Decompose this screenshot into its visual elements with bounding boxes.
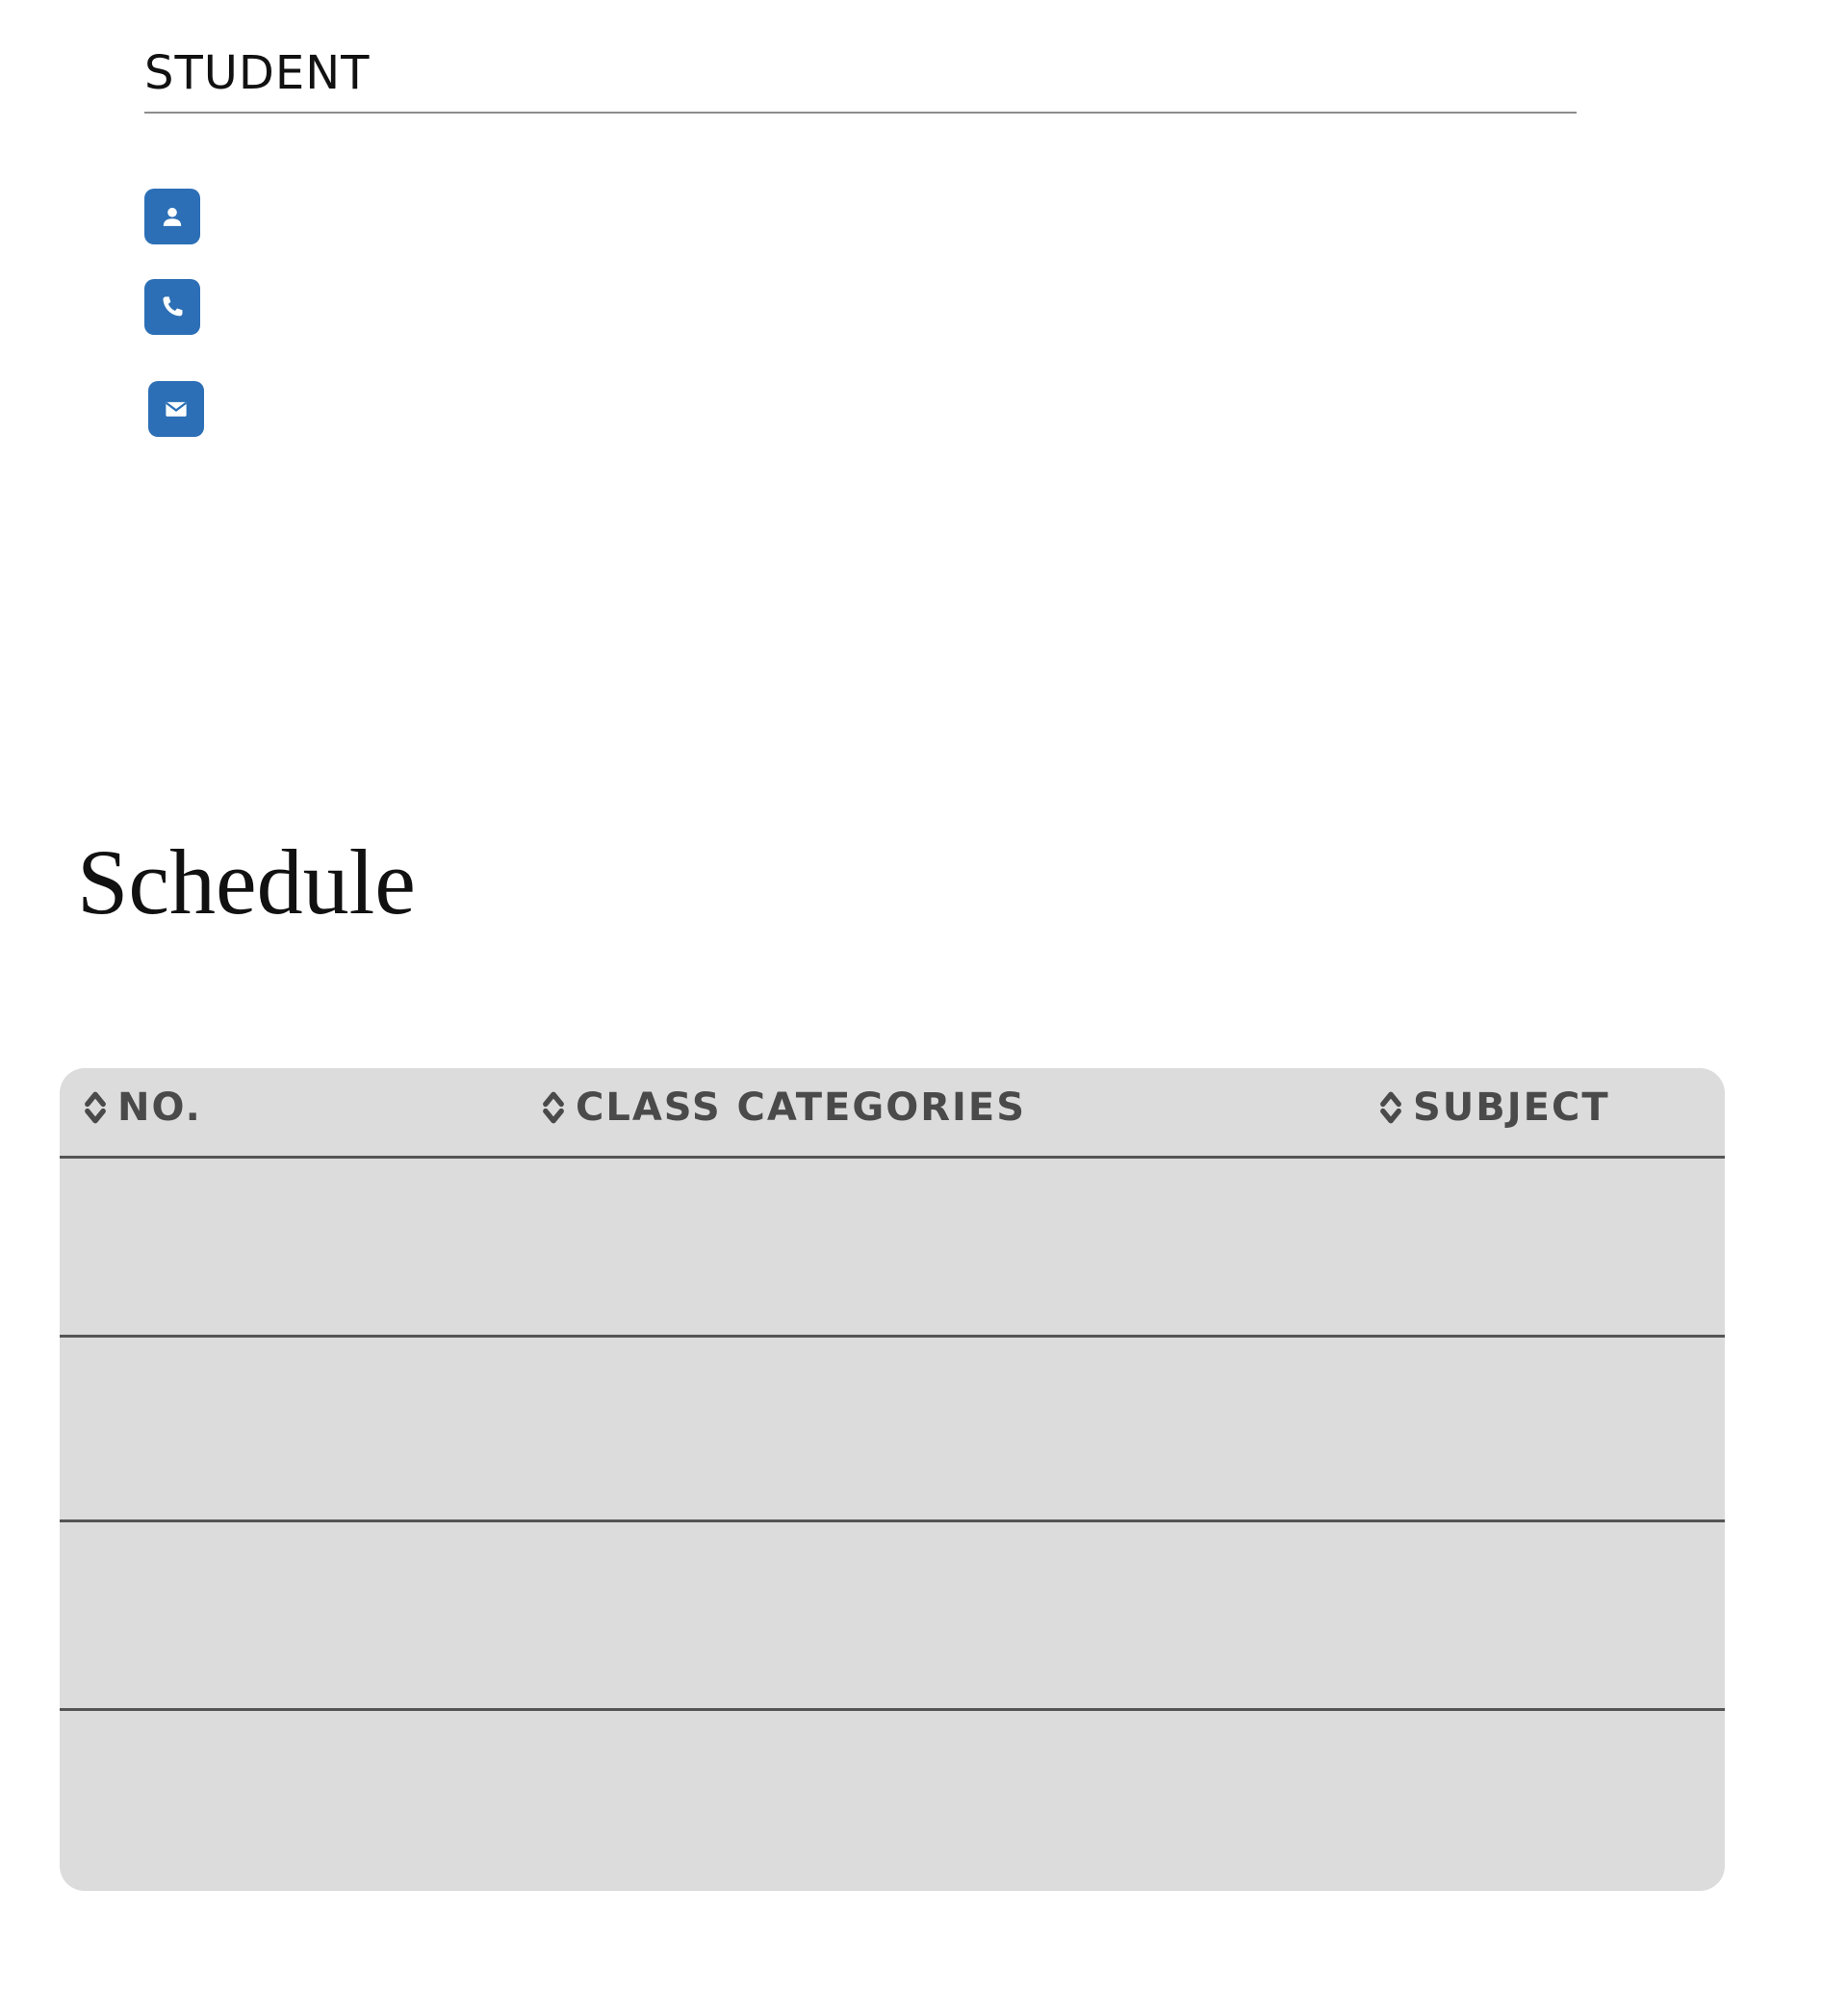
mail-icon — [148, 381, 204, 437]
table-header: NO. CLASS CATEGORIES SUBJECT — [60, 1068, 1725, 1159]
cell-subject — [1378, 1522, 1706, 1708]
cell-no — [83, 1522, 506, 1708]
cell-subject — [1378, 1159, 1706, 1335]
column-header-no[interactable]: NO. — [83, 1085, 202, 1130]
cell-class-category — [541, 1338, 1340, 1519]
column-header-no-label: NO. — [117, 1085, 202, 1130]
person-card-icon — [144, 189, 200, 244]
schedule-title: Schedule — [77, 830, 416, 933]
student-heading: STUDENT — [144, 46, 371, 100]
student-section: STUDENT — [144, 46, 1577, 114]
table-row[interactable] — [60, 1522, 1725, 1711]
column-header-class-categories[interactable]: CLASS CATEGORIES — [541, 1085, 1026, 1130]
table-row[interactable] — [60, 1159, 1725, 1338]
schedule-table: NO. CLASS CATEGORIES SUBJECT — [60, 1068, 1725, 1891]
contact-row-email[interactable] — [148, 381, 227, 437]
student-divider — [144, 112, 1577, 114]
cell-class-category — [541, 1711, 1340, 1891]
column-header-class-categories-label: CLASS CATEGORIES — [576, 1085, 1027, 1130]
cell-subject — [1378, 1338, 1706, 1519]
contact-row-phone[interactable] — [144, 279, 223, 335]
column-header-subject[interactable]: SUBJECT — [1378, 1085, 1610, 1130]
sort-icon — [1380, 1091, 1401, 1124]
cell-no — [83, 1338, 506, 1519]
cell-class-category — [541, 1522, 1340, 1708]
cell-no — [83, 1711, 506, 1891]
column-header-subject-label: SUBJECT — [1413, 1085, 1610, 1130]
table-row[interactable] — [60, 1338, 1725, 1522]
phone-icon — [144, 279, 200, 335]
sort-icon — [543, 1091, 564, 1124]
table-row[interactable] — [60, 1711, 1725, 1891]
cell-no — [83, 1159, 506, 1335]
contact-row-profile[interactable] — [144, 189, 223, 244]
cell-class-category — [541, 1159, 1340, 1335]
cell-subject — [1378, 1711, 1706, 1891]
sort-icon — [85, 1091, 106, 1124]
